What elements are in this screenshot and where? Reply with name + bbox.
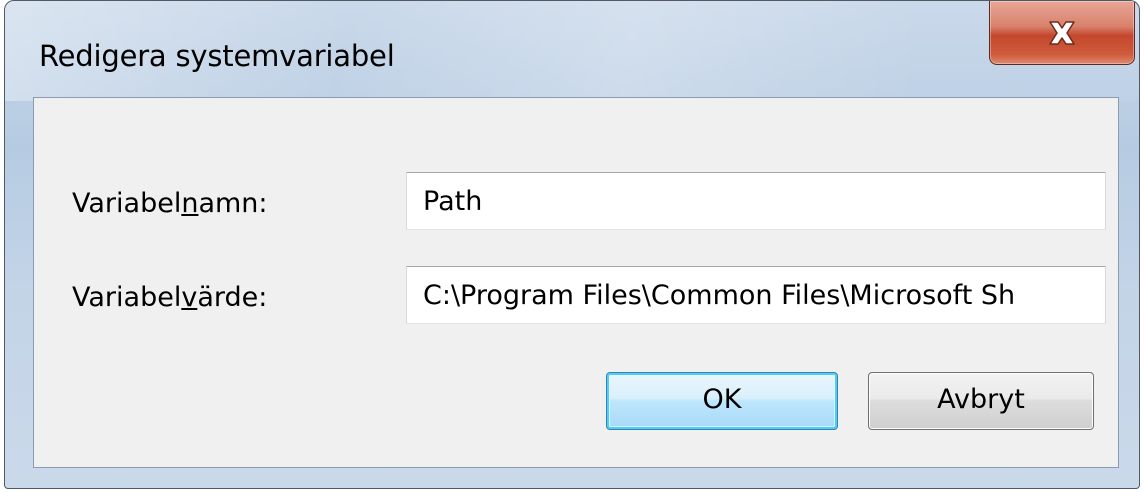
variable-name-input[interactable]: [406, 172, 1106, 230]
variable-value-label: Variabelvärde:: [72, 282, 267, 313]
window-title: Redigera systemvariabel: [39, 39, 395, 73]
variable-value-label-accelerator: v: [181, 282, 198, 313]
ok-button[interactable]: OK: [606, 372, 838, 430]
close-button[interactable]: [989, 1, 1135, 65]
cancel-button[interactable]: Avbryt: [868, 372, 1094, 430]
close-icon: [1045, 19, 1079, 47]
variable-value-label-prefix: Variabel: [72, 282, 182, 313]
variable-value-input[interactable]: [406, 266, 1106, 324]
dialog-window: Redigera systemvariabel Variabelnamn: Va…: [4, 0, 1140, 489]
variable-value-label-suffix: ärde:: [197, 282, 268, 313]
variable-name-label-accelerator: n: [181, 188, 199, 219]
variable-name-label: Variabelnamn:: [72, 188, 268, 219]
dialog-content: Variabelnamn: Variabelvärde: OK Avbryt: [33, 97, 1119, 468]
variable-name-label-prefix: Variabel: [72, 188, 182, 219]
title-bar[interactable]: Redigera systemvariabel: [5, 1, 1139, 97]
variable-name-label-suffix: amn:: [198, 188, 268, 219]
